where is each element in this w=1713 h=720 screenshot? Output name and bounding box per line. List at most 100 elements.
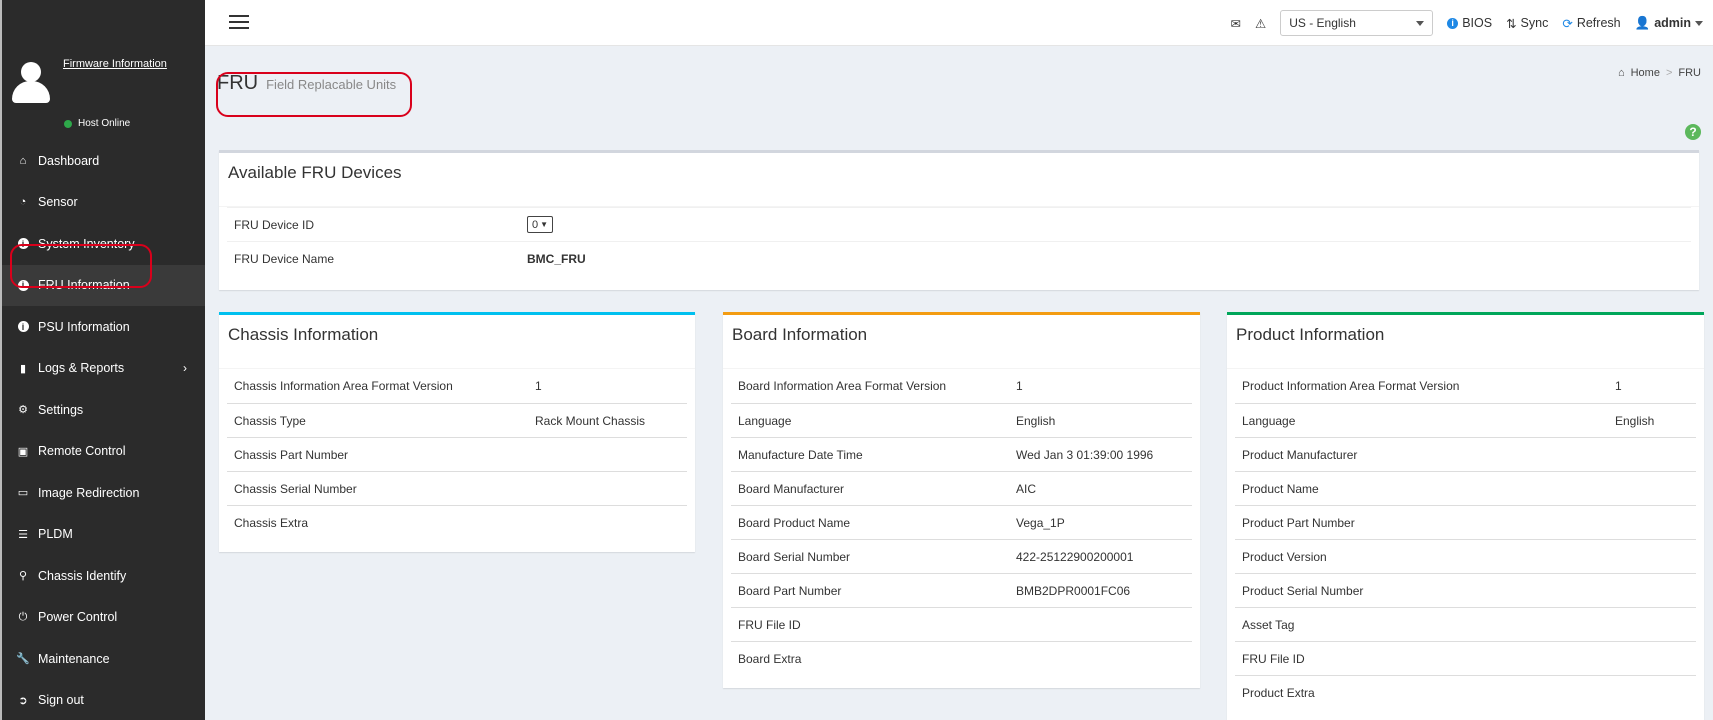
breadcrumb-separator: > [1665,67,1673,79]
product-field-key: Product Serial Number [1242,583,1364,598]
chassis-field-row: Chassis Type Rack Mount Chassis [227,403,687,437]
product-field-row: Product Manufacturer [1235,437,1696,471]
status-dot-icon [64,119,72,128]
fru-device-id-value: 0 [531,218,539,231]
menu-toggle-icon[interactable] [229,15,249,29]
sidebar-item-settings[interactable]: ⚙ Settings [2,389,205,431]
breadcrumb: ⌂ Home > FRU [1618,67,1701,79]
sidebar-item-label: Chassis Identify [38,568,127,583]
chassis-field-row: Chassis Information Area Format Version 1 [227,369,687,403]
product-field-row: Product Version [1235,539,1696,573]
sidebar-item-sign-out[interactable]: ➲ Sign out [2,680,205,720]
user-icon: 👤 [1634,15,1651,30]
product-field-key: Product Name [1242,481,1319,496]
product-field-row: Product Serial Number [1235,573,1696,607]
bios-label: BIOS [1462,16,1493,30]
help-icon[interactable]: ? [1685,124,1701,140]
board-field-row: Board Serial Number 422-25122900200001 [731,539,1192,573]
host-status: Host Online [64,118,130,129]
info-icon: i [16,320,30,334]
sidebar-item-label: PSU Information [38,319,130,334]
gauge-icon: ◔ [19,196,27,209]
sidebar-item-label: Remote Control [38,444,126,459]
wrench-icon: 🔧 [16,653,30,666]
sidebar-item-power-control[interactable]: ⏻ Power Control [2,597,205,639]
board-field-key: Board Extra [738,651,802,666]
product-field-row: Asset Tag [1235,607,1696,641]
sync-icon: ⇅ [1506,16,1517,31]
fru-device-name-label: FRU Device Name [234,251,335,266]
refresh-button[interactable]: ⟳ Refresh [1562,16,1620,31]
sidebar-item-logs-reports[interactable]: ▮ Logs & Reports › [2,348,205,390]
board-information-panel: Board Information Board Information Area… [723,312,1200,688]
board-field-row: Board Extra [731,641,1192,675]
power-icon: ⏻ [18,610,28,623]
sidebar-item-psu-information[interactable]: i PSU Information [2,306,205,348]
chevron-down-icon: ▼ [540,220,549,229]
envelope-icon[interactable]: ✉ [1230,16,1240,31]
user-menu[interactable]: 👤 admin [1635,16,1703,31]
board-field-row: Board Part Number BMB2DPR0001FC06 [731,573,1192,607]
board-field-row: Board Manufacturer AIC [731,471,1192,505]
home-icon: ⌂ [1617,67,1625,79]
board-field-key: Board Information Area Format Version [738,379,947,393]
user-panel: Firmware Information Host Online [2,0,205,140]
firmware-information-link[interactable]: Firmware Information [63,58,167,70]
sidebar-item-label: Dashboard [38,153,100,168]
main-content: FRU Field Replacable Units ⌂ Home > FRU … [205,46,1713,720]
panel-title: Product Information [1227,315,1704,369]
product-field-key: Product Information Area Format Version [1242,379,1460,393]
breadcrumb-home-link[interactable]: Home [1631,67,1660,79]
sidebar-item-label: Image Redirection [38,485,140,500]
sidebar-item-label: Logs & Reports [38,361,125,376]
product-field-key: FRU File ID [1242,651,1305,666]
board-field-value: BMB2DPR0001FC06 [1016,583,1131,598]
panel-title: Chassis Information [219,315,695,369]
sync-button[interactable]: ⇅ Sync [1506,16,1548,31]
board-field-value: Vega_1P [1016,515,1065,530]
board-field-value: AIC [1016,481,1037,496]
chassis-field-value: 1 [535,379,542,393]
chassis-field-key: Chassis Serial Number [234,481,357,496]
sidebar-item-dashboard[interactable]: ⌂ Dashboard [2,140,205,182]
sidebar-item-remote-control[interactable]: ▣ Remote Control [2,431,205,473]
product-field-row: Product Information Area Format Version 1 [1235,369,1696,403]
user-label: admin [1654,16,1691,30]
drive-icon: ▭ [17,487,29,500]
panel-title: Available FRU Devices [219,153,1699,207]
sidebar-item-sensor[interactable]: ◔ Sensor [2,182,205,224]
product-information-panel: Product Information Product Information … [1227,312,1704,720]
sidebar-item-chassis-identify[interactable]: ⚲ Chassis Identify [2,555,205,597]
user-avatar-icon [12,62,50,103]
breadcrumb-current: FRU [1678,67,1701,79]
board-field-row: Board Product Name Vega_1P [731,505,1192,539]
host-status-label: Host Online [78,118,131,129]
refresh-icon: ⟳ [1562,16,1573,31]
chassis-field-row: Chassis Extra [227,505,687,539]
board-field-key: Board Part Number [738,583,842,598]
board-field-key: Board Product Name [738,515,851,530]
sidebar-item-pldm[interactable]: ☰ PLDM [2,514,205,556]
bar-chart-icon: ▮ [19,362,27,375]
board-field-row: Manufacture Date Time Wed Jan 3 01:39:00 … [731,437,1192,471]
sync-label: Sync [1520,16,1549,30]
language-select[interactable]: US - English [1280,10,1434,36]
sidebar-item-label: Maintenance [38,651,110,666]
fru-device-id-select[interactable]: 0 ▼ [527,216,553,233]
sidebar-item-label: PLDM [38,527,73,542]
title-highlight [216,72,412,117]
product-field-row: Product Extra [1235,675,1696,709]
chassis-field-key: Chassis Part Number [234,447,349,462]
sidebar-item-maintenance[interactable]: 🔧 Maintenance [2,638,205,680]
board-field-row: Language English [731,403,1192,437]
monitor-icon: ▣ [17,445,29,458]
board-field-row: Board Information Area Format Version 1 [731,369,1192,403]
product-field-key: Product Manufacturer [1242,447,1358,462]
bios-button[interactable]: i BIOS [1447,16,1492,30]
sidebar-item-label: Power Control [38,610,118,625]
board-field-key: Board Serial Number [738,549,851,564]
chassis-field-row: Chassis Serial Number [227,471,687,505]
sidebar-item-image-redirection[interactable]: ▭ Image Redirection [2,472,205,514]
fru-menu-highlight [10,244,152,288]
warning-icon[interactable]: ⚠ [1255,16,1266,31]
